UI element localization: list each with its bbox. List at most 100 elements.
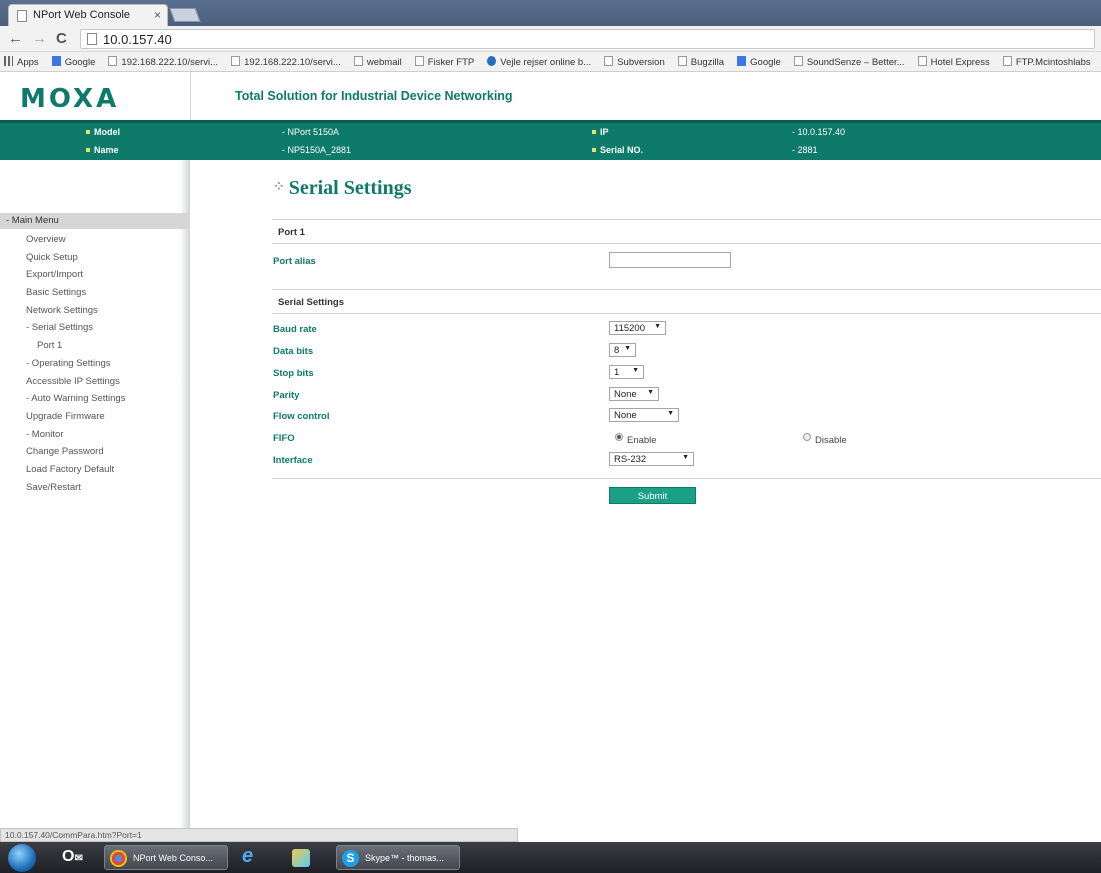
bookmark-servi-2[interactable]: 192.168.222.10/servi... xyxy=(227,52,347,68)
flow-control-select[interactable]: None ▼ xyxy=(609,408,679,422)
page-icon xyxy=(231,56,241,66)
port-alias-label: Port alias xyxy=(273,256,316,267)
bullet-icon xyxy=(592,130,596,134)
submit-button[interactable]: Submit xyxy=(609,487,696,504)
fifo-enable-label[interactable]: Enable xyxy=(627,435,657,446)
dropdown-arrow-icon: ▼ xyxy=(647,389,654,396)
moxa-logo: MOXA xyxy=(20,84,120,114)
interface-label: Interface xyxy=(273,455,313,466)
skype-icon: S xyxy=(342,850,359,867)
title-dots-icon: ⁘ xyxy=(273,180,285,195)
sidebar-item-change-password[interactable]: Change Password xyxy=(26,446,104,457)
bookmark-google[interactable]: Google xyxy=(48,52,102,68)
page-icon xyxy=(1002,56,1012,66)
interface-select[interactable]: RS-232 ▼ xyxy=(609,452,694,466)
sidebar-item-monitor[interactable]: - Monitor xyxy=(26,429,63,440)
forward-icon[interactable]: → xyxy=(32,30,47,47)
baud-rate-select[interactable]: 115200 ▼ xyxy=(609,321,666,335)
page-icon xyxy=(108,56,118,66)
dropdown-arrow-icon: ▼ xyxy=(654,323,661,330)
bookmark-apps[interactable]: Apps xyxy=(0,52,45,68)
bookmark-google-2[interactable]: Google xyxy=(733,52,787,68)
sidebar-item-load-factory-default[interactable]: Load Factory Default xyxy=(26,464,114,475)
sidebar-item-network-settings[interactable]: Network Settings xyxy=(26,305,98,316)
parity-select[interactable]: None ▼ xyxy=(609,387,659,401)
bookmark-hotel-express[interactable]: Hotel Express xyxy=(914,52,996,68)
main-menu-header[interactable]: - Main Menu xyxy=(0,213,190,229)
stop-bits-select[interactable]: 1 ▼ xyxy=(609,365,644,379)
bookmark-bugzilla[interactable]: Bugzilla xyxy=(674,52,730,68)
model-value: - NPort 5150A xyxy=(282,127,340,137)
sidebar-item-operating-settings[interactable]: - Operating Settings xyxy=(26,358,111,369)
page-icon xyxy=(917,56,927,66)
taskbar-nport-console[interactable]: NPort Web Conso... xyxy=(104,845,228,870)
tab-close-icon[interactable]: × xyxy=(154,8,161,22)
bookmark-vejle[interactable]: Vejle rejser online b... xyxy=(483,52,597,68)
sidebar-item-save-restart[interactable]: Save/Restart xyxy=(26,482,81,493)
fifo-enable-radio[interactable] xyxy=(615,433,623,441)
data-bits-label: Data bits xyxy=(273,346,314,357)
page-title: ⁘ Serial Settings xyxy=(273,177,412,199)
bookmark-soundsenze[interactable]: SoundSenze – Better... xyxy=(790,52,911,68)
tab-title: NPort Web Console xyxy=(33,9,131,21)
webmail-icon xyxy=(353,56,363,66)
model-label: Model xyxy=(86,127,120,137)
bookmark-fisker-ftp[interactable]: Fisker FTP xyxy=(411,52,480,68)
bullet-icon xyxy=(86,148,90,152)
sidebar-item-auto-warning[interactable]: - Auto Warning Settings xyxy=(26,393,125,404)
dropdown-arrow-icon: ▼ xyxy=(682,454,689,461)
taskbar-skype[interactable]: S Skype™ - thomas... xyxy=(336,845,460,870)
fifo-disable-radio[interactable] xyxy=(803,433,811,441)
bookmark-servi-1[interactable]: 192.168.222.10/servi... xyxy=(104,52,224,68)
sidebar-item-serial-settings[interactable]: - Serial Settings xyxy=(26,322,93,333)
stop-bits-label: Stop bits xyxy=(273,368,314,379)
bullet-icon xyxy=(86,130,90,134)
data-bits-select[interactable]: 8 ▼ xyxy=(609,343,636,357)
bullet-icon xyxy=(592,148,596,152)
sidebar-item-accessible-ip[interactable]: Accessible IP Settings xyxy=(26,376,120,387)
fifo-disable-label[interactable]: Disable xyxy=(815,435,847,446)
browser-tab[interactable]: NPort Web Console × xyxy=(8,4,168,26)
google-icon xyxy=(737,56,747,66)
new-tab-button[interactable] xyxy=(169,8,201,22)
dropdown-arrow-icon: ▼ xyxy=(624,345,631,352)
flow-control-label: Flow control xyxy=(273,411,330,422)
sidebar-item-quick-setup[interactable]: Quick Setup xyxy=(26,252,78,263)
browser-tab-bar: NPort Web Console × xyxy=(0,0,1101,26)
dropdown-arrow-icon: ▼ xyxy=(632,367,639,374)
reload-icon[interactable]: C xyxy=(56,30,67,47)
port-alias-input[interactable] xyxy=(609,252,731,268)
parity-label: Parity xyxy=(273,390,300,401)
bookmark-ftp-mcintosh[interactable]: FTP.Mcintoshlabs xyxy=(999,52,1097,68)
device-info-bar: Model - NPort 5150A IP - 10.0.157.40 Nam… xyxy=(0,120,1101,160)
sidebar-item-export-import[interactable]: Export/Import xyxy=(26,269,83,280)
start-orb-icon[interactable] xyxy=(8,844,36,872)
bookmark-subversion[interactable]: Subversion xyxy=(600,52,671,68)
sidebar-item-upgrade-firmware[interactable]: Upgrade Firmware xyxy=(26,411,105,422)
sidebar-item-port-1[interactable]: Port 1 xyxy=(37,340,62,351)
bookmark-webmail[interactable]: webmail xyxy=(350,52,408,68)
page-icon xyxy=(87,33,97,45)
url-input[interactable]: 10.0.157.40 xyxy=(80,29,1095,49)
name-label: Name xyxy=(86,145,119,155)
fifo-label: FIFO xyxy=(273,433,295,444)
dropdown-arrow-icon: ▼ xyxy=(667,410,674,417)
ip-value: - 10.0.157.40 xyxy=(792,127,846,137)
page-icon xyxy=(793,56,803,66)
baud-rate-label: Baud rate xyxy=(273,324,317,335)
page-icon xyxy=(604,56,614,66)
outlook-icon[interactable]: O✉ xyxy=(62,845,92,870)
sidebar-item-basic-settings[interactable]: Basic Settings xyxy=(26,287,86,298)
back-icon[interactable]: ← xyxy=(8,30,23,47)
section-port-1: Port 1 xyxy=(272,219,1101,244)
internet-explorer-icon[interactable]: e xyxy=(242,845,268,870)
ip-label: IP xyxy=(592,127,609,137)
sidebar-item-overview[interactable]: Overview xyxy=(26,234,66,245)
google-icon xyxy=(51,56,61,66)
page-icon xyxy=(17,10,27,22)
serial-label: Serial NO. xyxy=(592,145,643,155)
app-icon[interactable] xyxy=(292,849,310,867)
header-divider xyxy=(190,72,191,120)
serial-value: - 2881 xyxy=(792,145,818,155)
sidebar-shadow xyxy=(180,160,190,828)
